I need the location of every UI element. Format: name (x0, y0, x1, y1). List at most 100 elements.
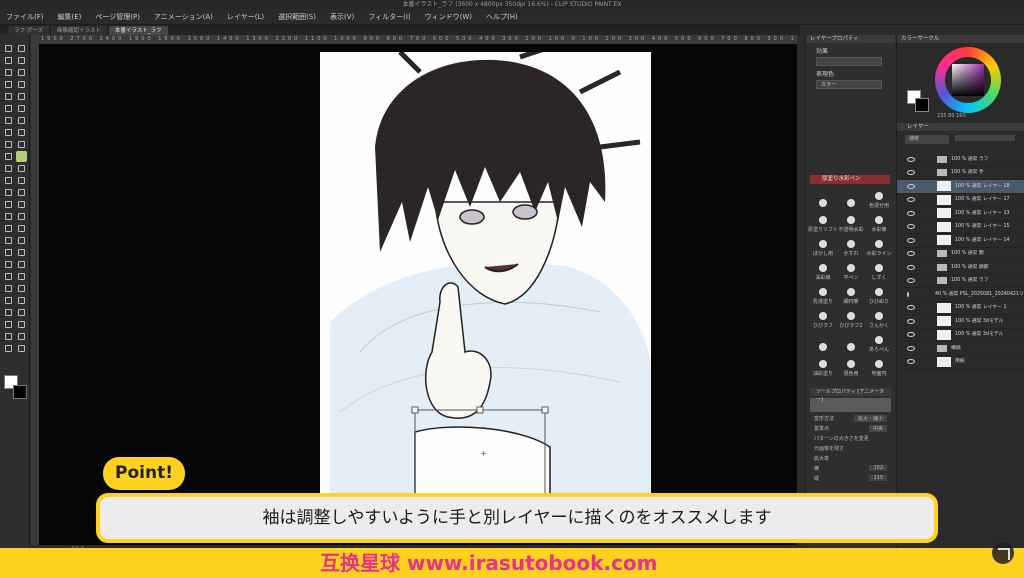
menu-item[interactable]: ページ管理(P) (95, 12, 140, 22)
layer-folder-row[interactable]: 横顔 (897, 342, 1024, 356)
tool-icon[interactable] (16, 79, 27, 90)
menu-item[interactable]: フィルター(I) (368, 12, 410, 22)
menu-item[interactable]: ウィンドウ(W) (425, 12, 472, 22)
eye-icon[interactable] (907, 170, 915, 176)
tool-icon[interactable] (3, 223, 14, 234)
layer-folder-row[interactable]: 100 % 通常 ラフ (897, 153, 1024, 167)
property-value[interactable]: 115 (869, 475, 887, 481)
brush-preset[interactable]: ひびラフ (810, 307, 836, 329)
tool-icon[interactable] (16, 235, 27, 246)
brush-preset[interactable]: 色混ぜ用 (866, 187, 892, 209)
layer-row[interactable]: 用紙 (897, 356, 1024, 369)
brush-preset[interactable]: 細円筆 (838, 283, 864, 305)
tool-icon[interactable] (3, 211, 14, 222)
tool-icon[interactable] (3, 331, 14, 342)
tool-icon[interactable] (3, 139, 14, 150)
background-color-swatch[interactable] (13, 385, 27, 399)
brush-preset[interactable]: かすれ (838, 235, 864, 257)
tool-icon[interactable] (16, 139, 27, 150)
brush-preset[interactable]: さんかく (866, 307, 892, 329)
tool-icon[interactable] (3, 163, 14, 174)
tool-icon[interactable] (3, 91, 14, 102)
tool-icon[interactable] (3, 67, 14, 78)
layer-folder-row[interactable]: 100 % 通常 ラフ (897, 275, 1024, 288)
eye-icon[interactable] (907, 156, 915, 162)
menu-item[interactable]: ヘルプ(H) (486, 12, 518, 22)
eye-icon[interactable] (907, 251, 915, 257)
opacity-slider[interactable] (955, 135, 1015, 141)
layer-folder-row[interactable]: 100 % 通常 頭部 (897, 261, 1024, 275)
expand-icon[interactable] (992, 542, 1014, 564)
layer-row[interactable]: 100 % 通常 3dモデル (897, 315, 1024, 329)
brush-preset[interactable] (838, 331, 864, 353)
tool-icon[interactable] (3, 43, 14, 54)
brush-preset[interactable]: 地面円 (866, 355, 892, 377)
brush-preset[interactable]: 水彩ライン (866, 235, 892, 257)
brush-preset[interactable]: 水彩筆 (866, 211, 892, 233)
tool-icon[interactable] (16, 295, 27, 306)
tool-icon[interactable] (16, 259, 27, 270)
brush-preset[interactable] (838, 187, 864, 209)
tool-icon[interactable] (3, 259, 14, 270)
eye-icon[interactable] (907, 318, 915, 324)
layer-row[interactable]: 100 % 通常 レイヤー 14 (897, 234, 1024, 248)
sub-color-swatch[interactable] (915, 98, 929, 112)
brush-preset[interactable]: 平ペン (838, 259, 864, 281)
tool-property-row[interactable]: パターンの大きさを変更 (814, 434, 887, 442)
tool-property-row[interactable]: 元画像を残す (814, 444, 887, 452)
eye-icon[interactable] (907, 278, 915, 284)
saturation-value-square[interactable] (952, 64, 984, 96)
tool-icon[interactable] (16, 307, 27, 318)
brush-preset[interactable] (810, 187, 836, 209)
brush-preset[interactable]: 厚塗りソフト (808, 211, 838, 233)
tool-icon[interactable] (3, 199, 14, 210)
tool-icon[interactable] (3, 343, 14, 354)
tool-icon[interactable] (16, 103, 27, 114)
eye-icon[interactable] (907, 345, 915, 351)
tool-icon[interactable] (3, 79, 14, 90)
effect-selector[interactable] (816, 57, 882, 66)
tool-icon[interactable] (3, 307, 14, 318)
tool-icon[interactable] (3, 247, 14, 258)
tool-icon[interactable] (16, 163, 27, 174)
layer-row[interactable]: 100 % 通常 レイヤー 13 (897, 207, 1024, 221)
menu-item[interactable]: アニメーション(A) (154, 12, 213, 22)
tool-icon[interactable] (16, 211, 27, 222)
eye-icon[interactable] (907, 224, 915, 230)
layer-folder-row[interactable]: 100 % 通常 手 (897, 167, 1024, 180)
menu-item[interactable]: 編集(E) (58, 12, 82, 22)
tool-icon[interactable] (3, 127, 14, 138)
eye-icon[interactable] (907, 183, 915, 189)
tab-rough-pose[interactable]: ラフ ポーズ (8, 25, 49, 35)
tool-property-row[interactable]: 横 102 (814, 464, 887, 472)
tool-icon[interactable] (16, 43, 27, 54)
express-color-dropdown[interactable]: カラー (816, 80, 882, 89)
eye-icon[interactable] (907, 305, 915, 311)
brush-preset[interactable]: 乳液塗り (810, 283, 836, 305)
tool-icon[interactable] (16, 127, 27, 138)
eye-icon[interactable] (907, 264, 915, 270)
tool-icon[interactable] (16, 319, 27, 330)
property-value[interactable]: 中央 (868, 424, 887, 432)
tool-property-row[interactable]: 拡大率 (814, 454, 887, 462)
tool-icon[interactable] (16, 271, 27, 282)
tool-icon[interactable] (3, 187, 14, 198)
tool-icon[interactable] (3, 283, 14, 294)
tool-icon[interactable] (3, 175, 14, 186)
brush-preset[interactable]: ぼかし用 (810, 235, 836, 257)
canvas-paper[interactable]: + (320, 52, 651, 494)
tool-icon[interactable] (3, 115, 14, 126)
tab-main-illustration[interactable]: 本番イラスト_ラフ (108, 25, 168, 35)
layer-panel-tab[interactable]: レイヤー (897, 123, 1024, 131)
menu-item[interactable]: ファイル(F) (6, 12, 44, 22)
layer-row[interactable]: 100 % 通常 レイヤー 17 (897, 194, 1024, 207)
eye-icon[interactable] (907, 359, 915, 365)
blend-mode-dropdown[interactable]: 通常 (905, 135, 949, 144)
tool-icon[interactable] (16, 247, 27, 258)
eye-icon[interactable] (907, 332, 915, 338)
menu-item[interactable]: レイヤー(L) (227, 12, 264, 22)
menu-item[interactable]: 表示(V) (330, 12, 354, 22)
brush-group-title[interactable]: 厚塗り水彩ペン (810, 175, 890, 184)
tool-icon[interactable] (3, 55, 14, 66)
tool-icon[interactable] (3, 235, 14, 246)
